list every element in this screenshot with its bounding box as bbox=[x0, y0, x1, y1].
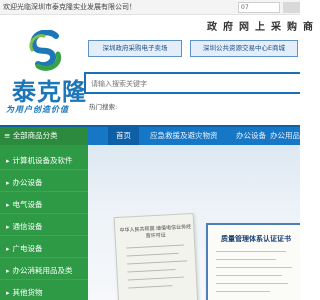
logo-name: 泰克隆 bbox=[12, 77, 87, 106]
market-button-shenzhen-gov[interactable]: 深圳政府采购电子卖场 bbox=[88, 40, 182, 57]
quality-certificate-image: 质量管理体系认证证书 bbox=[206, 223, 300, 300]
chevron-right-icon: ▸ bbox=[6, 245, 10, 253]
hot-search-label: 热门搜索: bbox=[89, 103, 118, 111]
category-item[interactable]: ▸ 办公消耗用品及类 bbox=[0, 261, 88, 280]
nav-item-office-equipment[interactable]: 办公设备 bbox=[236, 127, 266, 145]
category-list: ▸ 计算机设备及软件 ▸ 办公设备 ▸ 电气设备 ▸ 通信设备 ▸ 广电设备 ▸ 办公消耗用… bbox=[0, 145, 88, 300]
chevron-right-icon: ▸ bbox=[6, 201, 10, 209]
category-item[interactable]: ▸ 通信设备 bbox=[0, 217, 88, 236]
category-item[interactable]: ▸ 其他货物 bbox=[0, 283, 88, 300]
category-item[interactable]: ▸ 办公设备 bbox=[0, 173, 88, 192]
nav-item-emergency[interactable]: 应急救援及避灾物资 bbox=[150, 127, 218, 145]
menu-icon: ≡ bbox=[4, 131, 11, 140]
category-item[interactable]: ▸ 计算机设备及软件 bbox=[0, 151, 88, 170]
site-logo[interactable]: 泰克隆 为用户创造价值 bbox=[6, 20, 87, 114]
chevron-right-icon: ▸ bbox=[6, 157, 10, 165]
search-box bbox=[84, 72, 300, 94]
top-bar-button[interactable] bbox=[283, 2, 300, 13]
login-field[interactable]: 07 bbox=[238, 2, 280, 13]
category-item[interactable]: ▸ 电气设备 bbox=[0, 195, 88, 214]
license-certificate-image: 中华人民共和国 增值电信业务经营许可证 bbox=[113, 212, 199, 300]
certificate-title: 质量管理体系认证证书 bbox=[221, 235, 291, 243]
all-categories-toggle[interactable]: ≡ 全部商品分类 bbox=[0, 127, 88, 145]
logo-mark-icon bbox=[29, 30, 62, 71]
nav-item-home[interactable]: 首页 bbox=[108, 127, 139, 145]
all-categories-label: 全部商品分类 bbox=[12, 131, 58, 140]
logo-slogan: 为用户创造价值 bbox=[6, 105, 69, 114]
hero-banner[interactable]: 中华人民共和国 增值电信业务经营许可证 质量管理体系认证证书 bbox=[88, 145, 300, 300]
welcome-text: 欢迎光临深圳市泰克隆实业发展有限公司！ bbox=[3, 3, 136, 11]
page-title: 政府网上采购商 bbox=[207, 22, 319, 33]
chevron-right-icon: ▸ bbox=[6, 289, 10, 297]
certificate-title: 中华人民共和国 增值电信业务经营许可证 bbox=[119, 224, 192, 240]
main-nav: ≡ 全部商品分类 首页 应急救援及避灾物资 办公设备 办公用品 bbox=[0, 125, 300, 145]
chevron-right-icon: ▸ bbox=[6, 179, 10, 187]
search-input[interactable] bbox=[91, 78, 291, 90]
top-bar: 欢迎光临深圳市泰克隆实业发展有限公司！ 07 bbox=[0, 0, 300, 15]
market-button-public-resource[interactable]: 深圳公共资源交易中心E商城 bbox=[190, 40, 298, 57]
chevron-right-icon: ▸ bbox=[6, 223, 10, 231]
nav-item-office-supplies[interactable]: 办公用品 bbox=[270, 127, 300, 145]
chevron-right-icon: ▸ bbox=[6, 267, 10, 275]
category-item[interactable]: ▸ 广电设备 bbox=[0, 239, 88, 258]
